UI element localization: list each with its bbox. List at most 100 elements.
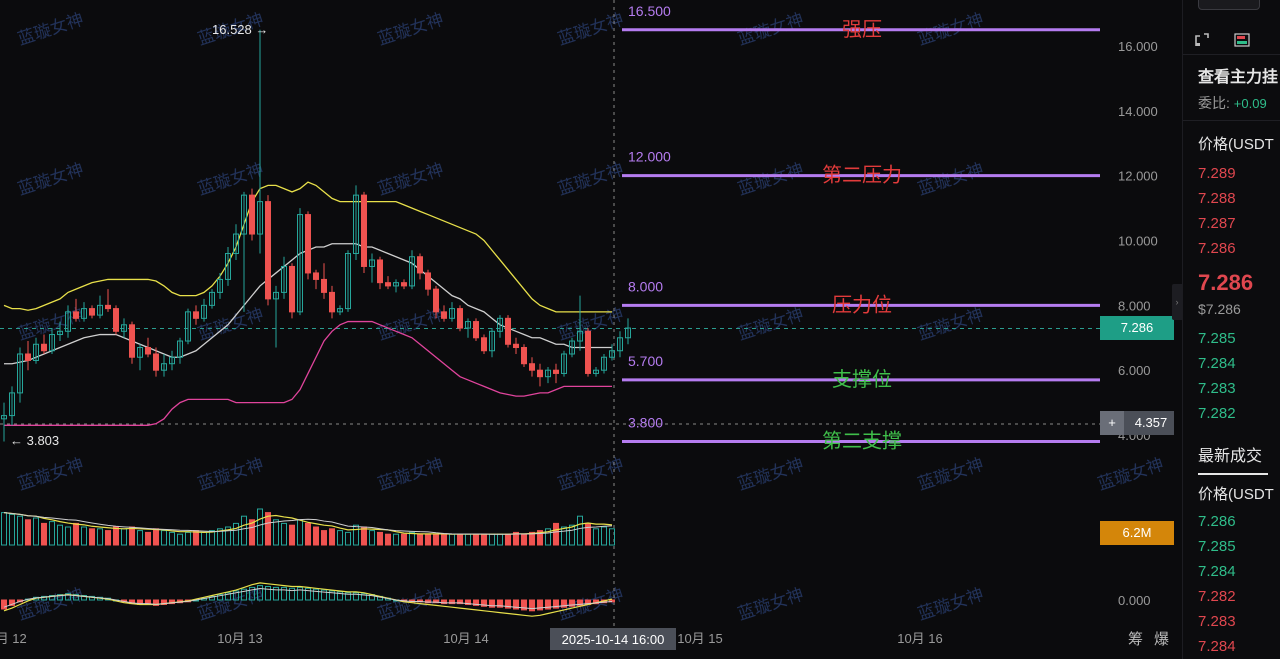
lower-band-line [4, 320, 612, 426]
volume-bar [233, 522, 239, 546]
watermark-text: 蓝璇女神 [15, 455, 86, 494]
ask-price-row[interactable]: 7.286 [1198, 240, 1236, 257]
volume-bar [201, 531, 207, 546]
level-value-label: 16.500 [628, 3, 671, 19]
volume-bar [553, 522, 559, 546]
candle-body [329, 291, 335, 313]
burst-button-label: 爆 [1154, 631, 1169, 648]
ask-price-row[interactable]: 7.289 [1198, 165, 1236, 182]
watermark-text: 蓝璇女神 [375, 10, 446, 49]
ratio-value: +0.09 [1233, 96, 1267, 111]
level-name-label: 压力位 [832, 293, 892, 316]
level-value-label: 5.700 [628, 353, 663, 369]
volume-tag: 6.2M [1100, 521, 1174, 545]
volume-bar [593, 528, 599, 546]
candle-body [73, 311, 79, 319]
volume-bar [129, 526, 135, 546]
bid-price-row[interactable]: 7.283 [1198, 380, 1236, 397]
candle-body [249, 194, 255, 235]
volume-bar [57, 524, 63, 546]
watermark-text: 蓝璇女神 [915, 160, 986, 199]
watermark-text: 蓝璇女神 [15, 305, 86, 344]
candle-body [585, 330, 591, 374]
volume-bar [89, 528, 95, 546]
trades-tab-underline [1198, 473, 1268, 475]
bid-price-row[interactable]: 7.282 [1198, 405, 1236, 422]
ratio-row: 委比: +0.09 [1198, 93, 1267, 113]
watermark-text: 蓝璇女神 [195, 160, 266, 199]
crosshair-price-tag: + 4.357 [1100, 411, 1174, 435]
volume-bar [161, 530, 167, 546]
chips-button-label: 筹 [1128, 631, 1143, 648]
trades-price-header: 价格(USDT [1198, 486, 1274, 503]
watermark-text: 蓝璇女神 [375, 160, 446, 199]
volume-bar [497, 533, 503, 546]
volume-bar [345, 531, 351, 546]
volume-bar [433, 533, 439, 546]
candle-body [321, 278, 327, 293]
candle-body [425, 272, 431, 290]
candle-body [89, 308, 95, 316]
candle-body [529, 363, 535, 371]
candle-body [441, 311, 447, 319]
trade-price-row: 7.284 [1198, 638, 1236, 655]
volume-bar [209, 530, 215, 546]
layout-toggle-icon[interactable] [1193, 31, 1211, 49]
recent-trades-title[interactable]: 最新成交 [1198, 442, 1262, 466]
candle-body [553, 369, 559, 374]
volume-bar [369, 530, 375, 546]
chart-canvas[interactable]: 蓝璇女神 蓝璇女神 蓝璇女神 蓝璇女神 蓝璇女神 蓝璇女神蓝璇女神 蓝璇女神 蓝璇女神 蓝璇女神… [0, 0, 1180, 659]
volume-bar [185, 531, 191, 546]
price-tick-label: 10.000 [1118, 234, 1158, 249]
watermark-text: 蓝璇女神 [15, 10, 86, 49]
crosshair-plus-icon: + [1100, 411, 1124, 435]
collapse-panel-button[interactable]: › [1172, 284, 1182, 320]
candle-body [473, 321, 479, 339]
volume-bar [313, 526, 319, 546]
high-price-marker: 16.528 → [212, 22, 268, 37]
watermark-text: 蓝璇女神 [915, 455, 986, 494]
volume-bar [137, 530, 143, 546]
trade-price-row: 7.285 [1198, 538, 1236, 555]
volume-bar [569, 524, 575, 546]
panel-top-button[interactable] [1198, 0, 1260, 10]
bid-price-row[interactable]: 7.284 [1198, 355, 1236, 372]
volume-bar [425, 533, 431, 546]
time-tick-label: 10月 14 [443, 631, 489, 646]
volume-bar [97, 528, 103, 546]
bid-price-row[interactable]: 7.285 [1198, 330, 1236, 347]
orderbook-mode-icon[interactable] [1233, 31, 1251, 49]
candle-body [145, 347, 151, 355]
volume-bar [297, 519, 303, 546]
candle-body [537, 369, 543, 378]
order-book-title[interactable]: 查看主力挂 [1198, 63, 1278, 87]
candle-body [41, 343, 47, 352]
volume-bar [65, 526, 71, 546]
volume-bar [601, 526, 607, 546]
macd-bar [281, 586, 287, 601]
candle-body [433, 288, 439, 313]
watermark-text: 蓝璇女神 [15, 585, 86, 624]
volume-bar [353, 524, 359, 546]
ask-price-row[interactable]: 7.287 [1198, 215, 1236, 232]
volume-bar [337, 530, 343, 546]
volume-bar [49, 521, 55, 546]
watermark-text: 蓝璇女神 [555, 10, 626, 49]
candle-body [401, 282, 407, 287]
price-tick-label: 6.000 [1118, 363, 1151, 378]
candle-body [113, 308, 119, 332]
volume-bar [473, 533, 479, 546]
ask-price-row[interactable]: 7.288 [1198, 190, 1236, 207]
volume-bar [329, 528, 335, 546]
volume-bar [17, 515, 23, 546]
macd-bar [297, 586, 303, 601]
candlestick-chart[interactable]: 蓝璇女神 蓝璇女神 蓝璇女神 蓝璇女神 蓝璇女神 蓝璇女神 蓝璇女神 蓝璇女神 蓝璇女神 蓝璇女神… [0, 0, 1180, 659]
crosshair-price-label: 4.357 [1134, 415, 1168, 430]
candle-body [361, 194, 367, 267]
price-column-header: 价格(USDT [1198, 136, 1274, 153]
watermark-text: 蓝璇女神 [735, 455, 806, 494]
volume-bar [417, 533, 423, 546]
watermark-text: 蓝璇女神 [375, 455, 446, 494]
time-tick-label: 10月 12 [0, 631, 27, 646]
volume-bar [609, 528, 615, 546]
